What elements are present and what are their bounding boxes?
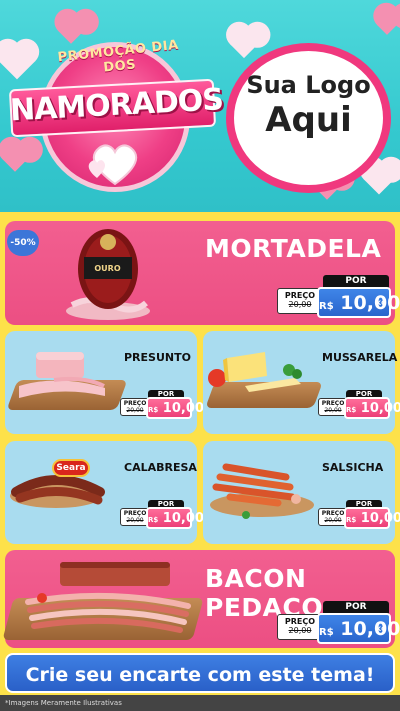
price-tag: POR PREÇO 20,00 R$ 10,00 [120,500,204,530]
logo-line-2: Aqui [265,100,352,140]
current-price: R$ 10,00 [344,397,400,419]
product-name: MUSSARELA [322,351,398,364]
current-price: R$ 10,00 KG [317,287,400,318]
current-price: R$ 10,00 [344,507,400,529]
product-name: CALABRESA [124,461,197,474]
preco-label: PREÇO [284,617,316,626]
logo-text: Sua Logo Aqui [226,70,391,140]
price-tag: POR PREÇO 20,00 R$ 10,00 KG [277,601,400,646]
heart-icon [58,18,84,44]
cta-button[interactable]: Crie seu encarte com este tema! [5,653,395,693]
current-price: R$ 10,00 KG [317,613,400,644]
old-price: 20,00 [288,300,312,309]
old-price: 20,00 [126,517,144,524]
presunto-image [19,352,105,398]
heart-icon [0,42,36,80]
product-name: SALSICHA [322,461,384,474]
currency: R$ [319,627,334,638]
mortadela-image [66,229,150,320]
currency: R$ [319,301,334,312]
price-tag: POR PREÇO 20,00 R$ 10,00 KG [277,275,400,320]
preco-label: PREÇO [321,510,345,517]
disclaimer: *Imagens Meramente Ilustrativas [0,695,400,711]
currency: R$ [148,516,159,524]
discount-badge: -50% [7,230,39,256]
heart-icon [229,29,259,59]
preco-label: PREÇO [284,291,316,300]
price-tag: POR PREÇO 20,00 R$ 10,00 [318,500,400,530]
preco-label: PREÇO [321,400,345,407]
preco-label: PREÇO [123,400,147,407]
product-name: MORTADELA [205,234,382,263]
price-tag: POR PREÇO 20,00 R$ 10,00 [318,390,400,420]
preco-label: PREÇO [123,510,147,517]
product-name: PRESUNTO [124,351,191,364]
unit: KG [376,626,386,633]
price-tag: POR PREÇO 20,00 R$ 10,00 [120,390,204,420]
brand-label: OURO [94,264,121,273]
currency: R$ [346,516,357,524]
current-price: R$ 10,00 [146,507,204,529]
heart-icon [2,146,28,172]
salsicha-image [210,463,314,519]
old-price: 20,00 [126,407,144,414]
old-price: 20,00 [324,517,342,524]
price-value: 10,00 [162,401,204,416]
brand-logo: Seara [52,459,90,477]
price-value: 10,00 [360,401,400,416]
current-price: R$ 10,00 [146,397,204,419]
logo-line-1: Sua Logo [246,71,371,99]
price-value: 10,00 [340,618,400,640]
mussarela-image [208,352,302,392]
old-price: 20,00 [324,407,342,414]
unit: KG [376,300,386,307]
price-value: 10,00 [340,292,400,314]
hearts-icon [88,144,138,186]
old-price: 20,00 [288,626,312,635]
bacon-image [25,562,191,633]
currency: R$ [346,406,357,414]
price-value: 10,00 [162,511,204,526]
price-value: 10,00 [360,511,400,526]
currency: R$ [148,406,159,414]
heart-icon [377,15,397,35]
